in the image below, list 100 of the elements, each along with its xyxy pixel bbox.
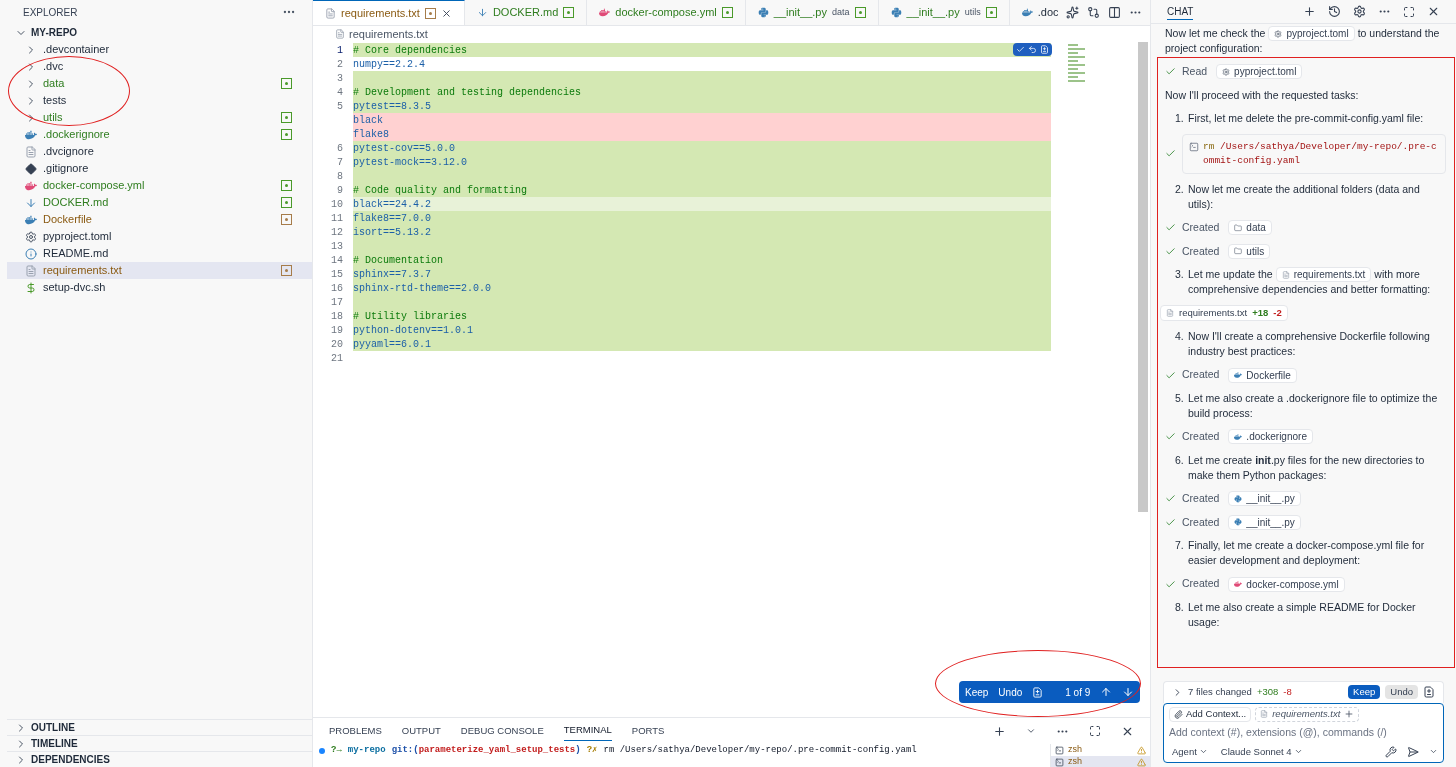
terminal-command: rm /Users/sathya/Developer/my-repo/.pre-commit-config.yaml [603, 744, 917, 757]
gear-icon [1222, 67, 1231, 76]
file-icon [25, 145, 37, 158]
changes-summary: 7 files changed [1188, 685, 1252, 700]
maximize-icon[interactable] [1403, 5, 1415, 18]
diff-icon[interactable] [1423, 686, 1435, 699]
undo-button[interactable]: Undo [1385, 685, 1418, 700]
history-icon[interactable] [1328, 5, 1341, 18]
terminal-list-item[interactable]: zsh [1051, 744, 1150, 756]
tools-icon[interactable] [1385, 745, 1397, 758]
panel-tab[interactable]: PROBLEMS [329, 721, 382, 741]
close-icon[interactable] [1427, 5, 1440, 18]
line-number: 8 [337, 169, 343, 184]
sparkle-icon[interactable] [1066, 6, 1079, 19]
line-number: 3 [337, 71, 343, 86]
settings-icon[interactable] [1353, 5, 1366, 18]
section-header[interactable]: DEPENDENCIES [7, 751, 312, 767]
line-number: 9 [337, 183, 343, 198]
tree-item[interactable]: docker-compose.yml [7, 177, 312, 194]
terminal-git: git:( [391, 744, 419, 757]
dollar-icon [25, 281, 37, 294]
editor-tab[interactable]: DOCKER.md [464, 0, 588, 25]
tool-verb: Created [1182, 219, 1220, 235]
compare-icon[interactable] [1087, 6, 1100, 19]
tree-item[interactable]: data [7, 75, 312, 92]
file-icon [325, 7, 336, 19]
tree-item[interactable]: .dvcignore [7, 143, 312, 160]
step-number: 6. [1175, 452, 1185, 468]
editor-tab[interactable]: docker-compose.yml [587, 0, 746, 25]
file-chip[interactable]: utils [1228, 243, 1271, 259]
editor-tab[interactable]: __init__.py data [745, 0, 879, 25]
file-chip[interactable]: .dockerignore [1228, 429, 1313, 445]
section-header[interactable]: OUTLINE [7, 719, 312, 735]
panel-tab[interactable]: PORTS [631, 721, 665, 741]
tool-verb: Created [1182, 243, 1220, 259]
tree-item[interactable]: pyproject.toml [7, 228, 312, 245]
attachment-chip[interactable]: requirements.txt [1255, 706, 1360, 722]
line-number: 14 [331, 253, 343, 268]
arrow-up-icon[interactable] [1100, 686, 1113, 698]
accept-icon[interactable] [1016, 45, 1025, 54]
close-icon[interactable] [440, 7, 452, 19]
undo-icon[interactable] [1028, 45, 1037, 54]
terminal-list-item[interactable]: zsh [1051, 756, 1150, 767]
tree-item[interactable]: README.md [7, 245, 312, 262]
section-header[interactable]: TIMELINE [7, 735, 312, 751]
model-dropdown[interactable]: Claude Sonnet 4 [1220, 744, 1303, 759]
file-chip[interactable]: Dockerfile [1228, 367, 1297, 383]
line-number: 7 [337, 155, 343, 170]
editor-tab[interactable]: __init__.py utils [878, 0, 1010, 25]
chat-input-field[interactable]: Add context (#), extensions (@), commands (/) [1169, 725, 1438, 741]
mode-dropdown[interactable]: Agent [1169, 744, 1211, 759]
tree-item[interactable]: .gitignore [7, 160, 312, 177]
editor-tab[interactable]: requirements.txt [313, 0, 465, 25]
tree-item[interactable]: utils [7, 109, 312, 126]
gear-icon [1274, 29, 1283, 38]
file-chip[interactable]: pyproject.toml [1216, 64, 1303, 80]
arrow-down-icon[interactable] [1122, 686, 1135, 698]
tree-item[interactable]: tests [7, 92, 312, 109]
send-icon[interactable] [1407, 745, 1419, 758]
breadcrumb[interactable]: requirements.txt [349, 25, 428, 43]
chevron-down-icon[interactable] [1026, 726, 1036, 736]
tree-item[interactable]: setup-dvc.sh [7, 279, 312, 296]
tree-item[interactable]: .dockerignore [7, 126, 312, 143]
diff-chip[interactable]: requirements.txt +18 -2 [1160, 305, 1288, 322]
keep-button[interactable]: Keep [965, 684, 989, 700]
file-chip[interactable]: data [1228, 220, 1272, 236]
step-number: 5. [1175, 391, 1185, 406]
step-number: 4. [1175, 329, 1185, 345]
prompt-arrow: ?→ [331, 744, 342, 757]
tree-item[interactable]: .devcontainer [7, 41, 312, 58]
panel-tab[interactable]: OUTPUT [401, 721, 441, 741]
add-context-button[interactable]: Add Context... [1169, 706, 1252, 722]
file-chip[interactable]: pyproject.toml [1268, 26, 1355, 41]
chat-title[interactable]: CHAT [1167, 3, 1194, 20]
file-chip[interactable]: __init__.py [1228, 491, 1301, 507]
split-editor-icon[interactable] [1108, 6, 1121, 19]
new-chat-icon[interactable] [1303, 5, 1316, 18]
line-number: 17 [331, 295, 343, 310]
file-icon [1166, 309, 1174, 318]
message-text: Let me update the [1188, 267, 1273, 283]
tree-item[interactable]: DOCKER.md [7, 194, 312, 211]
message-text: to understand the [1357, 26, 1440, 41]
message-text: Let me also create a simple README for Docker usage: [1188, 600, 1417, 630]
tree-item[interactable]: requirements.txt [7, 262, 312, 279]
step-number: 1. [1175, 110, 1185, 126]
new-terminal-icon[interactable] [993, 724, 1006, 738]
panel-tab[interactable]: TERMINAL [563, 721, 612, 741]
message-text: Now let me check the [1165, 26, 1266, 41]
file-chip[interactable]: requirements.txt [1275, 267, 1372, 283]
file-chip[interactable]: docker-compose.yml [1228, 576, 1345, 592]
tree-item[interactable]: MY-REPO [7, 24, 312, 41]
undo-button[interactable]: Undo [998, 684, 1023, 700]
panel-tab[interactable]: DEBUG CONSOLE [460, 721, 544, 741]
tree-item[interactable]: .dvc [7, 58, 312, 75]
keep-button[interactable]: Keep [1348, 685, 1381, 700]
diff-icon[interactable] [1032, 686, 1044, 698]
maximize-icon[interactable] [1089, 725, 1101, 737]
file-chip[interactable]: __init__.py [1228, 514, 1301, 530]
tree-item[interactable]: Dockerfile [7, 211, 312, 228]
terminal-icon [1055, 745, 1064, 755]
